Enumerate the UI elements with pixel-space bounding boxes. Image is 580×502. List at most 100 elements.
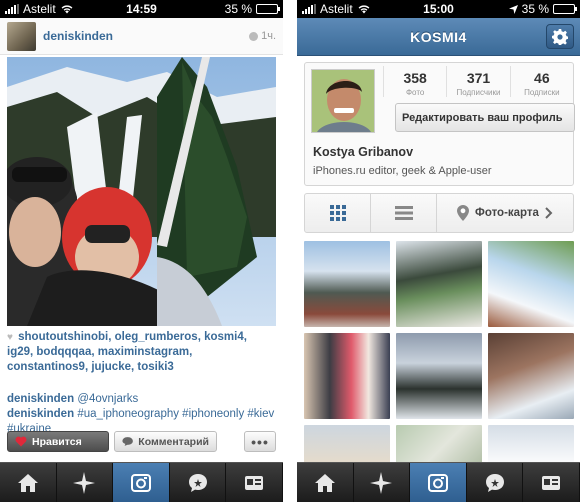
tab-news[interactable] — [170, 463, 227, 502]
grid-icon — [329, 205, 346, 221]
tab-explore[interactable] — [57, 463, 114, 502]
photo-map-label: Фото-карта — [475, 207, 539, 219]
edit-profile-button[interactable]: Редактировать ваш профиль — [395, 103, 575, 132]
comment-button-label: Комментарий — [138, 435, 209, 448]
clock-icon — [249, 31, 259, 41]
like-user[interactable]: bodqqqaa — [36, 346, 91, 358]
like-button[interactable]: Нравится — [7, 431, 109, 452]
carrier-name: Astelit — [320, 2, 353, 16]
heart-icon — [15, 436, 27, 447]
tab-home[interactable] — [297, 463, 354, 502]
posts-stat[interactable]: 358 Фото — [383, 66, 446, 97]
profile-stats: 358 Фото 371 Подписчики 46 Подписки — [383, 66, 573, 97]
signal-icon — [302, 4, 316, 14]
news-icon — [188, 473, 207, 492]
photo-thumbnail[interactable] — [396, 333, 482, 419]
grid-view-button[interactable] — [305, 194, 371, 232]
tab-news[interactable] — [467, 463, 524, 502]
explore-icon — [73, 471, 96, 494]
battery-icon — [256, 4, 280, 14]
tab-profile[interactable] — [226, 463, 283, 502]
like-user[interactable]: ig29 — [7, 346, 30, 358]
like-user[interactable]: oleg_rumberos — [115, 331, 198, 343]
gear-icon — [552, 28, 568, 45]
like-user[interactable]: kosmi4 — [204, 331, 244, 343]
signal-icon — [5, 4, 19, 14]
posts-count: 358 — [403, 70, 427, 86]
tab-bar — [297, 462, 580, 502]
battery-status: 35 % — [508, 2, 577, 16]
profile-title: KOSMI4 — [410, 28, 467, 45]
photo-thumbnail[interactable] — [304, 241, 390, 327]
followers-label: Подписчики — [456, 88, 501, 97]
wifi-icon — [358, 5, 370, 14]
profile-name: Kostya Gribanov — [313, 145, 414, 159]
post-username[interactable]: deniskinden — [43, 29, 113, 43]
followers-stat[interactable]: 371 Подписчики — [446, 66, 509, 97]
like-user[interactable]: tosiki3 — [137, 361, 173, 373]
post-header: deniskinden 1ч. — [0, 18, 283, 55]
tab-camera[interactable] — [410, 463, 467, 502]
news-icon — [485, 473, 504, 492]
tab-home[interactable] — [0, 463, 57, 502]
avatar[interactable] — [7, 21, 36, 51]
profile-card: 358 Фото 371 Подписчики 46 Подписки Реда… — [304, 62, 575, 186]
camera-icon — [130, 473, 151, 492]
followers-count: 371 — [466, 70, 491, 86]
post-photo[interactable] — [7, 57, 276, 326]
posts-label: Фото — [405, 88, 425, 97]
more-button[interactable]: ••• — [244, 431, 276, 452]
home-icon — [17, 473, 38, 492]
carrier: Astelit — [302, 2, 371, 16]
comment-button[interactable]: Комментарий — [114, 431, 217, 452]
battery-percent: 35 % — [224, 2, 252, 16]
list-icon — [394, 206, 413, 220]
caption-mention[interactable]: @4ovnjarks — [77, 393, 138, 405]
like-user[interactable]: jujucke — [91, 361, 131, 373]
status-bar: Astelit 15:00 35 % — [297, 0, 580, 18]
like-user[interactable]: constantinos9 — [7, 361, 85, 373]
battery-status: 35 % — [224, 2, 280, 16]
view-switcher: Фото-карта — [304, 193, 574, 240]
following-stat[interactable]: 46 Подписки — [509, 66, 573, 97]
tab-profile[interactable] — [523, 463, 580, 502]
settings-button[interactable] — [546, 24, 574, 49]
list-view-button[interactable] — [371, 194, 437, 232]
tab-explore[interactable] — [354, 463, 411, 502]
camera-icon — [427, 473, 448, 492]
profile-icon — [245, 475, 264, 490]
right-phone-screen: Astelit 15:00 35 % KOSMI4 358 Фото 371 П… — [297, 0, 580, 502]
nav-bar: KOSMI4 — [297, 18, 580, 56]
chevron-right-icon — [545, 207, 553, 219]
like-user[interactable]: shoutoutshinobi — [18, 331, 108, 343]
heart-icon: ♥ — [7, 332, 13, 343]
carrier: Astelit — [5, 2, 74, 16]
home-icon — [314, 473, 335, 492]
post-actions: Нравится Комментарий ••• — [7, 431, 276, 452]
likes-list: ♥ shoutoutshinobi, oleg_rumberos, kosmi4… — [7, 331, 247, 373]
caption-username[interactable]: deniskinden — [7, 408, 74, 420]
photo-thumbnail[interactable] — [488, 241, 574, 327]
like-user[interactable]: maximinstagram — [98, 346, 189, 358]
profile-bio: iPhones.ru editor, geek & Apple-user — [313, 165, 492, 177]
carrier-name: Astelit — [23, 2, 56, 16]
post-time-label: 1ч. — [261, 30, 276, 42]
explore-icon — [370, 471, 393, 494]
battery-icon — [553, 4, 577, 14]
map-pin-icon — [457, 205, 470, 221]
active-view-caret — [335, 233, 349, 240]
photo-thumbnail[interactable] — [396, 241, 482, 327]
wifi-icon — [61, 5, 73, 14]
photo-map-button[interactable]: Фото-карта — [437, 194, 573, 232]
photo-thumbnail[interactable] — [304, 333, 390, 419]
battery-percent: 35 % — [521, 2, 549, 16]
like-button-label: Нравится — [32, 435, 82, 448]
following-count: 46 — [534, 70, 550, 86]
caption-username[interactable]: deniskinden — [7, 393, 74, 405]
tab-camera[interactable] — [113, 463, 170, 502]
photo-thumbnail[interactable] — [488, 333, 574, 419]
tab-bar — [0, 462, 283, 502]
comment-icon — [122, 437, 133, 446]
location-arrow-icon — [508, 4, 518, 14]
profile-avatar[interactable] — [311, 69, 375, 133]
